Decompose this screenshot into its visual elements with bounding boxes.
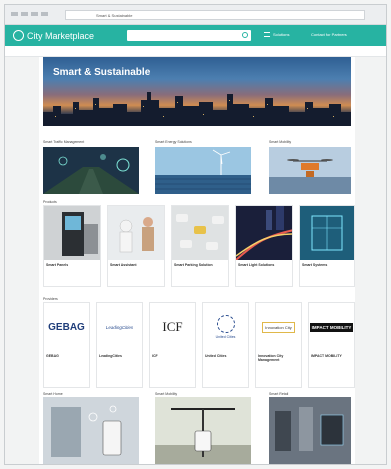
- product-title: Smart Assistant: [110, 263, 137, 267]
- header-link-partners[interactable]: Contact for Partners: [311, 32, 347, 37]
- row1-label[interactable]: Smart Energy Solutions: [155, 140, 192, 144]
- mobility-image[interactable]: [269, 147, 365, 194]
- browser-chrome: Smart & Sustainable: [5, 5, 386, 25]
- product-card[interactable]: Smart Panels: [43, 205, 101, 287]
- row3-label[interactable]: Smart Home: [43, 392, 63, 396]
- home-illustration: [43, 397, 139, 464]
- logo-icon: [13, 30, 24, 41]
- product-desc: [238, 268, 290, 278]
- products-heading: Products: [43, 200, 57, 204]
- traffic-illustration: [43, 147, 139, 194]
- content-column: Smart & Sustainable Smart Traffic Manage…: [39, 57, 355, 464]
- main-nav: [5, 46, 386, 57]
- provider-logo: IMPACT MOBILITY: [309, 303, 354, 351]
- provider-logo: Innovation City: [256, 303, 301, 351]
- menu-icon[interactable]: [264, 32, 270, 37]
- city-skyline-image: [43, 92, 351, 126]
- product-title: Smart Systems: [302, 263, 328, 267]
- wind-solar-illustration: [155, 147, 251, 194]
- brand-name: City Marketplace: [27, 30, 95, 41]
- provider-logo: United Cities: [203, 303, 248, 351]
- provider-logo-text: United Cities: [215, 335, 236, 339]
- browser-window: Smart & Sustainable City Marketplace Sol…: [4, 4, 387, 465]
- smart-mobility-image[interactable]: [155, 397, 251, 464]
- product-thumb: [300, 206, 354, 260]
- traffic-image[interactable]: [43, 147, 139, 194]
- address-bar[interactable]: Smart & Sustainable: [65, 10, 365, 20]
- provider-title: IMPACT MOBILITY: [311, 354, 342, 358]
- product-thumb: [108, 206, 164, 260]
- product-title: Smart Panels: [46, 263, 69, 267]
- systems-image: [300, 206, 354, 260]
- site-header: City Marketplace Solutions Contact for P…: [5, 25, 386, 46]
- tab-strip: [11, 12, 48, 16]
- provider-logo-text: LeadingCities: [105, 324, 134, 330]
- smart-home-image[interactable]: [43, 397, 139, 464]
- product-card[interactable]: Smart Assistant: [107, 205, 165, 287]
- provider-logo: GEBAG: [44, 303, 89, 351]
- provider-card[interactable]: GEBAG GEBAG: [43, 302, 90, 388]
- kiosk-image: [44, 206, 100, 260]
- drone-illustration: [269, 147, 351, 194]
- brand-logo[interactable]: City Marketplace: [13, 30, 94, 41]
- provider-card[interactable]: ICF ICF: [149, 302, 196, 388]
- provider-title: ICF: [152, 354, 158, 358]
- energy-image[interactable]: [155, 147, 251, 194]
- product-desc: [110, 268, 162, 278]
- header-link-solutions[interactable]: Solutions: [273, 32, 289, 37]
- provider-logo-text: GEBAG: [48, 321, 85, 333]
- provider-card[interactable]: IMPACT MOBILITY IMPACT MOBILITY: [308, 302, 355, 388]
- provider-card[interactable]: United Cities United Cities: [202, 302, 249, 388]
- provider-logo: ICF: [150, 303, 195, 351]
- provider-logo-text: IMPACT MOBILITY: [309, 322, 354, 332]
- light-trails-image: [236, 206, 292, 260]
- page-body: Smart & Sustainable Smart Traffic Manage…: [5, 57, 386, 464]
- product-card[interactable]: Smart Parking Solution: [171, 205, 229, 287]
- smart-retail-image[interactable]: [269, 397, 351, 464]
- product-thumb: [172, 206, 228, 260]
- product-title: Smart Parking Solution: [174, 263, 213, 267]
- globe-icon: [216, 315, 235, 333]
- hero-banner: Smart & Sustainable: [43, 57, 351, 126]
- retail-illustration: [269, 397, 351, 464]
- search-input[interactable]: [127, 30, 251, 41]
- row3-label[interactable]: Smart Retail: [269, 392, 288, 396]
- product-thumb: [44, 206, 100, 260]
- robot-assistant-image: [108, 206, 164, 260]
- provider-title: Innovation City Management: [258, 354, 284, 362]
- provider-title: LeadingCities: [99, 354, 122, 358]
- provider-logo-text: Innovation City: [262, 321, 295, 333]
- hero-title: Smart & Sustainable: [53, 67, 151, 78]
- scooter-illustration: [155, 397, 251, 464]
- row3-label[interactable]: Smart Mobility: [155, 392, 177, 396]
- provider-logo-text: ICF: [162, 319, 183, 334]
- row1-label[interactable]: Smart Traffic Management: [43, 140, 84, 144]
- product-title: Smart Light Solutions: [238, 263, 275, 267]
- product-card[interactable]: Smart Systems: [299, 205, 355, 287]
- providers-heading: Providers: [43, 297, 58, 301]
- provider-logo: LeadingCities: [97, 303, 142, 351]
- provider-card[interactable]: LeadingCities LeadingCities: [96, 302, 143, 388]
- parking-image: [172, 206, 228, 260]
- provider-title: United Cities: [205, 354, 227, 358]
- row1-label[interactable]: Smart Mobility: [269, 140, 291, 144]
- provider-title: GEBAG: [46, 354, 59, 358]
- product-desc: [302, 268, 352, 278]
- product-card[interactable]: Smart Light Solutions: [235, 205, 293, 287]
- provider-card[interactable]: Innovation City Innovation City Manageme…: [255, 302, 302, 388]
- search-icon[interactable]: [242, 32, 248, 38]
- product-thumb: [236, 206, 292, 260]
- product-desc: [174, 268, 226, 278]
- product-desc: [46, 268, 98, 278]
